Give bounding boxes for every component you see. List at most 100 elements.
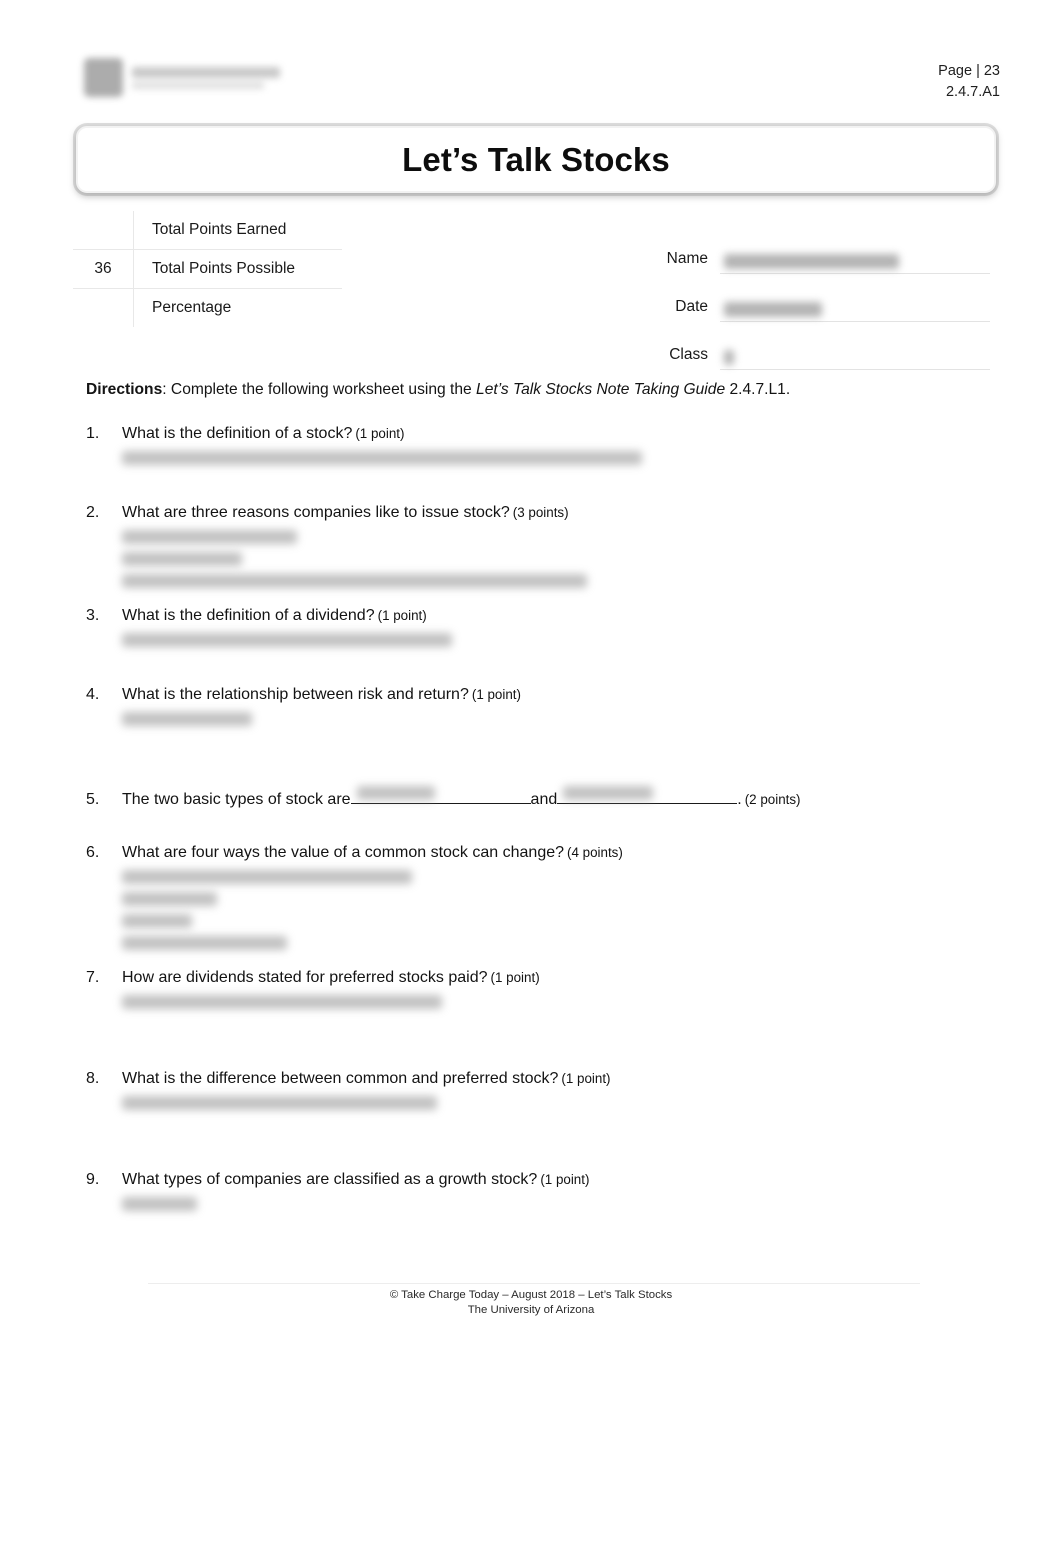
footer-copyright: © Take Charge Today – August 2018 – Let’…	[389, 1289, 673, 1301]
redacted-value	[724, 302, 822, 317]
answer-area[interactable]	[122, 444, 1000, 469]
question-item: 7. How are dividends stated for preferred…	[86, 968, 1000, 1013]
student-id-fields: Name Date Class	[650, 226, 990, 370]
page-footer: © Take Charge Today – August 2018 – Let’…	[0, 1288, 1062, 1319]
fill-blank-2[interactable]	[557, 786, 738, 804]
fill-in-row: 5. The two basic types of stock are and .…	[86, 786, 1000, 809]
logo-wordmark	[132, 66, 280, 89]
question-number: 3.	[86, 607, 100, 624]
redacted-answer	[122, 552, 242, 566]
answer-line[interactable]	[122, 932, 1000, 954]
question-points: (4 points)	[567, 845, 623, 860]
answer-line[interactable]	[122, 548, 1000, 570]
answer-line[interactable]	[122, 991, 1000, 1013]
answer-area[interactable]	[122, 1089, 1000, 1114]
redacted-answer	[122, 892, 217, 906]
question-spacer	[86, 1114, 1000, 1170]
question-spacer	[86, 651, 1000, 685]
redacted-answer	[122, 633, 452, 647]
id-field-input[interactable]	[720, 243, 990, 274]
question-spacer	[86, 469, 1000, 503]
directions-text-before: : Complete the following worksheet using…	[162, 381, 477, 398]
directions-line: Directions: Complete the following works…	[86, 380, 992, 400]
answer-line[interactable]	[122, 866, 1000, 888]
answer-line[interactable]	[122, 526, 1000, 548]
redacted-answer	[122, 1197, 197, 1211]
question-header: 7. How are dividends stated for preferred…	[86, 968, 1000, 988]
id-field-row: Name	[650, 226, 990, 274]
answer-line[interactable]	[122, 1092, 1000, 1114]
question-points: (1 point)	[540, 1172, 590, 1187]
document-code: 2.4.7.A1	[945, 83, 1000, 100]
answer-line[interactable]	[122, 570, 1000, 592]
question-points: (3 points)	[512, 505, 569, 520]
points-label: Total Points Earned	[133, 211, 342, 250]
answer-line[interactable]	[122, 1193, 1000, 1215]
redacted-answer	[122, 995, 442, 1009]
note-taking-guide-title: Let’s Talk Stocks Note Taking Guide	[476, 381, 726, 398]
question-spacer	[86, 730, 1000, 786]
redacted-answer	[122, 1096, 437, 1110]
title-banner: Let’s Talk Stocks	[76, 126, 996, 193]
points-table-row: Total Points Earned	[73, 211, 342, 250]
page-title: Let’s Talk Stocks	[402, 140, 670, 178]
answer-area[interactable]	[122, 705, 1000, 730]
question-spacer	[86, 954, 1000, 968]
questions-list: 1. What is the definition of a stock? (1 p…	[86, 424, 1000, 1229]
redacted-answer	[122, 451, 642, 465]
question-number: 5.	[86, 791, 100, 808]
points-value[interactable]: 36	[73, 249, 134, 289]
answer-area[interactable]	[122, 1190, 1000, 1215]
question-points: (1 point)	[490, 970, 540, 985]
question-spacer	[86, 592, 1000, 606]
question-points: (1 point)	[561, 1071, 611, 1086]
fill-blank-1[interactable]	[350, 786, 531, 804]
answer-line[interactable]	[122, 888, 1000, 910]
question-text: What are three reasons companies like to…	[122, 504, 510, 521]
question-header: 9. What types of companies are classified…	[86, 1170, 1000, 1190]
fill-text-before: The two basic types of stock are	[122, 791, 351, 808]
id-field-label: Name	[666, 250, 708, 267]
question-body: What are four ways the value of a common…	[122, 843, 623, 863]
directions-text-after: 2.4.7.L1.	[725, 381, 791, 398]
answer-line[interactable]	[122, 708, 1000, 730]
redacted-answer	[122, 712, 252, 726]
question-item: 3. What is the definition of a dividend?(…	[86, 606, 1000, 651]
redacted-answer	[122, 530, 297, 544]
question-body: What is the difference between common an…	[122, 1069, 611, 1089]
question-points: (1 point)	[377, 608, 427, 623]
page-meta: Page | 23 2.4.7.A1	[938, 61, 1000, 102]
question-text: What types of companies are classified a…	[122, 1171, 538, 1188]
take-charge-today-logo	[84, 58, 280, 97]
points-value[interactable]	[73, 211, 134, 250]
redacted-value	[724, 350, 734, 365]
fill-in-question: 5. The two basic types of stock are and .…	[86, 786, 1000, 809]
id-field-label: Date	[675, 298, 708, 315]
redacted-answer	[122, 936, 287, 950]
answer-area[interactable]	[122, 626, 1000, 651]
answer-line[interactable]	[122, 447, 1000, 469]
worksheet-page: Page | 23 2.4.7.A1 Let’s Talk Stocks Tot…	[0, 0, 1062, 1556]
answer-area[interactable]	[122, 523, 1000, 592]
question-item: 8. What is the difference between common …	[86, 1069, 1000, 1114]
answer-area[interactable]	[122, 988, 1000, 1013]
id-field-input[interactable]	[720, 339, 990, 370]
id-field-input[interactable]	[720, 291, 990, 322]
question-points: (1 point)	[471, 687, 521, 702]
directions-label: Directions	[86, 381, 163, 398]
question-item: 1. What is the definition of a stock? (1 p…	[86, 424, 1000, 469]
question-body: What is the relationship between risk an…	[122, 685, 521, 705]
question-number: 6.	[86, 844, 100, 861]
answer-line[interactable]	[122, 910, 1000, 932]
answer-area[interactable]	[122, 863, 1000, 954]
fill-text-middle: and	[530, 791, 558, 808]
answer-line[interactable]	[122, 629, 1000, 651]
question-text: What is the definition of a dividend?	[122, 607, 375, 624]
question-spacer	[86, 809, 1000, 843]
points-value[interactable]	[73, 288, 134, 327]
logo-mark-icon	[84, 58, 123, 97]
redacted-answer	[563, 786, 654, 800]
question-header: 4. What is the relationship between risk …	[86, 685, 1000, 705]
question-spacer	[86, 1013, 1000, 1069]
question-header: 8. What is the difference between common …	[86, 1069, 1000, 1089]
